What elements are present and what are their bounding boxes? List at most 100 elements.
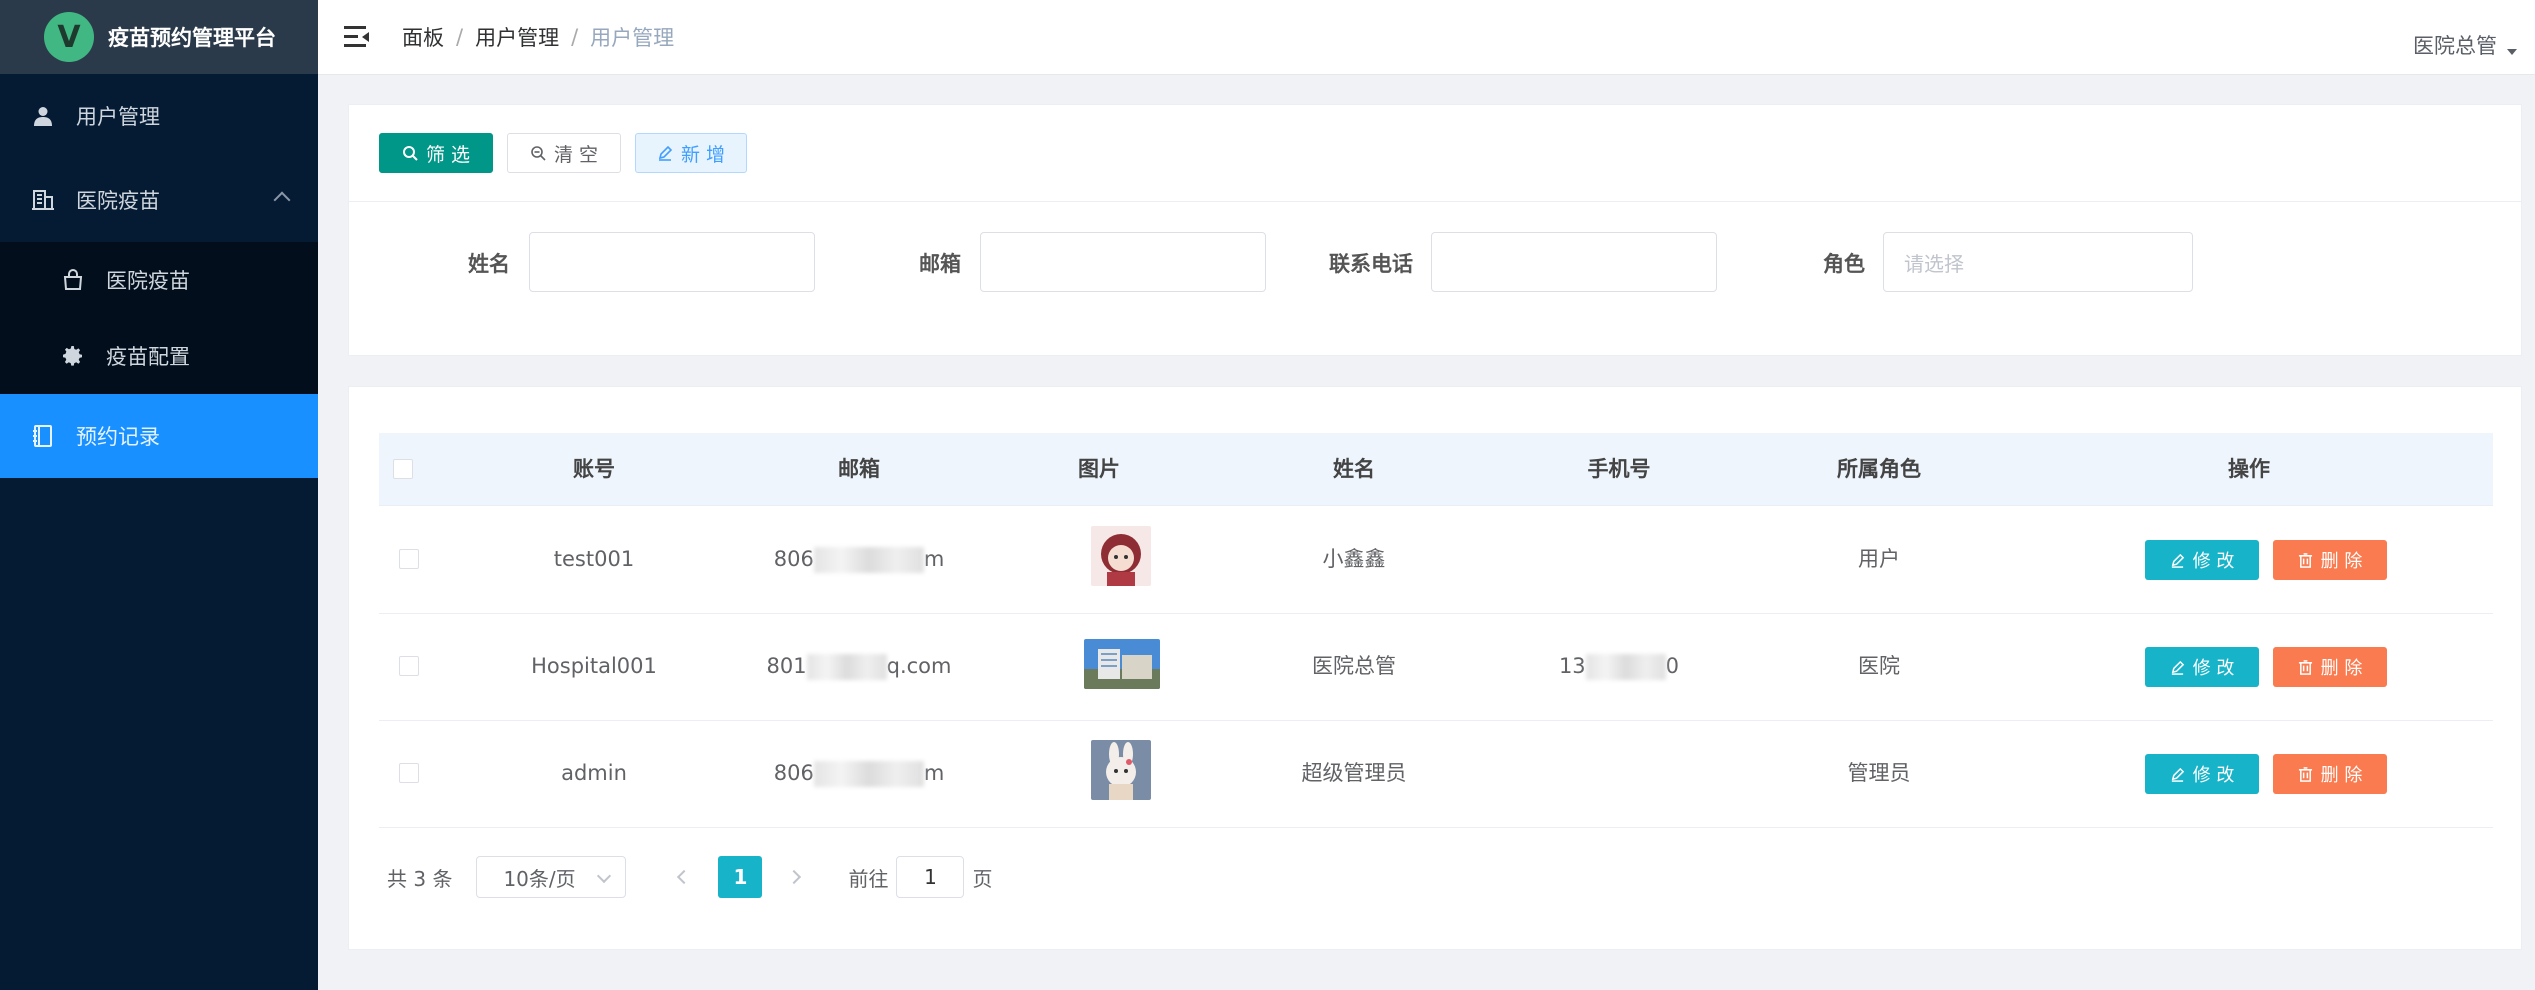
role-cell: 用户 — [1858, 547, 1900, 571]
column-header: 图片 — [1078, 457, 1120, 481]
sidebar: V 疫苗预约管理平台 用户管理 医院疫苗 医院疫苗 疫苗配置 预约记录 — [0, 0, 318, 990]
email-cell: 806 m — [759, 720, 959, 827]
sidebar-item-label: 医院疫苗 — [76, 189, 160, 213]
filter-button[interactable]: 筛 选 — [379, 133, 493, 173]
row-checkbox[interactable] — [399, 763, 419, 783]
filter-card: 筛 选 清 空 新 增 姓名 邮箱 联系电话 角色 请选择 — [348, 104, 2522, 356]
filter-form: 姓名 邮箱 联系电话 角色 请选择 — [349, 232, 2521, 292]
phone-visible-part: 0 — [1665, 654, 1680, 678]
breadcrumb-item[interactable]: 用户管理 — [475, 22, 559, 52]
sidebar-item-hospital-vaccine-group[interactable]: 医院疫苗 — [0, 158, 318, 242]
breadcrumb-current: 用户管理 — [590, 26, 675, 50]
chevron-up-icon — [273, 191, 291, 209]
goto-suffix: 页 — [972, 866, 993, 891]
email-visible-part: 801 — [766, 654, 807, 678]
breadcrumb-separator: / — [456, 25, 464, 49]
edit-icon — [2170, 660, 2185, 675]
name-cell: 小鑫鑫 — [1322, 547, 1386, 571]
search-icon — [402, 145, 418, 161]
column-header: 邮箱 — [838, 457, 880, 481]
goto-label: 前往 — [848, 866, 889, 891]
sidebar-item-vaccine-config[interactable]: 疫苗配置 — [0, 318, 318, 394]
redacted-block — [813, 547, 924, 573]
breadcrumb-item[interactable]: 面板 — [402, 22, 444, 52]
add-button[interactable]: 新 增 — [635, 133, 747, 173]
breadcrumb: 面板 / 用户管理 / 用户管理 — [402, 22, 674, 52]
gear-icon — [60, 343, 86, 369]
redacted-block — [1585, 654, 1666, 680]
logo-bar: V 疫苗预约管理平台 — [0, 0, 318, 74]
sidebar-item-appointment-records[interactable]: 预约记录 — [0, 394, 318, 478]
phone-input[interactable] — [1431, 232, 1717, 292]
row-checkbox[interactable] — [399, 549, 419, 569]
edit-button-label: 修 改 — [2192, 765, 2235, 786]
delete-button-label: 删 除 — [2320, 765, 2363, 786]
table-card: 账号 邮箱 图片 姓名 手机号 所属角色 操作 test001 806 m 小鑫鑫… — [348, 386, 2522, 950]
email-cell: 801 q.com — [759, 613, 959, 720]
email-input[interactable] — [980, 232, 1266, 292]
column-header: 手机号 — [1587, 457, 1651, 481]
add-button-label: 新 增 — [680, 143, 726, 166]
table-row: test001 806 m 小鑫鑫 用户 修 改 删 除 — [379, 506, 2493, 614]
phone-cell: 13 0 — [1519, 613, 1719, 720]
top-header: 面板 / 用户管理 / 用户管理 医院总管 — [318, 0, 2535, 75]
clear-button[interactable]: 清 空 — [507, 133, 621, 173]
account-cell: test001 — [553, 547, 635, 571]
column-header: 所属角色 — [1837, 457, 1921, 481]
filter-button-label: 筛 选 — [425, 143, 471, 166]
sidebar-item-hospital-vaccine[interactable]: 医院疫苗 — [0, 242, 318, 318]
next-page-button[interactable] — [784, 856, 804, 898]
name-input[interactable] — [529, 232, 815, 292]
chevron-down-icon — [597, 868, 612, 884]
phone-cell — [1519, 720, 1719, 827]
name-cell: 医院总管 — [1312, 654, 1396, 678]
chevron-left-icon — [677, 869, 692, 885]
delete-button[interactable]: 删 除 — [2273, 540, 2387, 580]
phone-visible-part: 13 — [1558, 654, 1586, 678]
hospital-photo — [1084, 639, 1160, 689]
email-visible-part: m — [923, 761, 945, 785]
name-cell: 超级管理员 — [1301, 761, 1407, 785]
sidebar-item-label: 用户管理 — [76, 105, 160, 129]
total-count: 共 3 条 — [387, 866, 453, 891]
role-select[interactable]: 请选择 — [1883, 232, 2193, 292]
chevron-right-icon — [787, 869, 802, 885]
shopping-bag-icon — [60, 267, 86, 293]
sidebar-item-label: 疫苗配置 — [106, 345, 190, 369]
delete-button-label: 删 除 — [2320, 551, 2363, 572]
phone-cell — [1519, 506, 1719, 613]
edit-icon — [2170, 553, 2185, 568]
edit-button[interactable]: 修 改 — [2145, 540, 2259, 580]
account-cell: admin — [561, 761, 627, 785]
edit-button-label: 修 改 — [2192, 551, 2235, 572]
avatar — [1091, 526, 1151, 586]
email-visible-part: m — [923, 547, 945, 571]
row-checkbox[interactable] — [399, 656, 419, 676]
redacted-block — [813, 761, 924, 787]
sidebar-item-label: 医院疫苗 — [106, 269, 190, 293]
select-all-checkbox[interactable] — [393, 459, 413, 479]
email-visible-part: 806 — [773, 761, 814, 785]
redacted-block — [806, 654, 887, 680]
role-label: 角色 — [1823, 252, 1865, 276]
zoom-out-icon — [530, 145, 546, 161]
goto-page-input[interactable]: 1 — [896, 856, 965, 898]
delete-button[interactable]: 删 除 — [2273, 754, 2387, 794]
edit-button[interactable]: 修 改 — [2145, 647, 2259, 687]
page-size-select[interactable]: 10条/页 — [476, 856, 627, 898]
toolbar: 筛 选 清 空 新 增 — [349, 105, 2521, 202]
sidebar-item-user-management[interactable]: 用户管理 — [0, 74, 318, 158]
name-label: 姓名 — [468, 252, 510, 276]
sidebar-submenu: 医院疫苗 疫苗配置 — [0, 242, 318, 394]
menu-toggle-icon[interactable] — [344, 26, 370, 48]
user-dropdown[interactable]: 医院总管 — [2413, 30, 2517, 60]
building-icon — [30, 187, 56, 213]
page-number-current[interactable]: 1 — [718, 856, 763, 898]
delete-button[interactable]: 删 除 — [2273, 647, 2387, 687]
app-title: 疫苗预约管理平台 — [108, 26, 276, 50]
edit-button[interactable]: 修 改 — [2145, 754, 2259, 794]
edit-icon — [2170, 767, 2185, 782]
prev-page-button[interactable] — [674, 856, 694, 898]
logo-icon: V — [44, 12, 94, 62]
user-icon — [30, 103, 56, 129]
